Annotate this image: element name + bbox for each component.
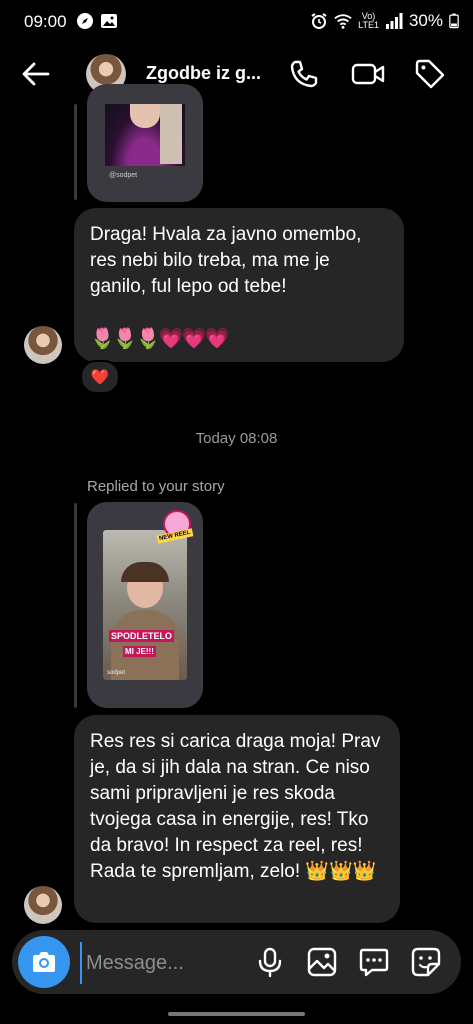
- signal-icon: [385, 13, 403, 29]
- back-arrow-icon[interactable]: [18, 56, 54, 92]
- battery-percent: 30%: [408, 11, 443, 30]
- story-image: [105, 104, 185, 166]
- story-image: SPODLETELO MI JE!!! sodpet: [103, 530, 187, 680]
- message-text: Res res si carica draga moja! Prav je, d…: [90, 731, 381, 882]
- image-notification-icon: [101, 14, 117, 28]
- camera-button[interactable]: [18, 936, 70, 988]
- video-icon[interactable]: [350, 56, 386, 92]
- sticker-icon[interactable]: [410, 946, 442, 978]
- sender-avatar[interactable]: [24, 326, 62, 364]
- reply-indicator: [74, 104, 77, 200]
- reply-indicator: [74, 503, 77, 708]
- status-right: Vo) LTE1 30%: [310, 11, 459, 31]
- new-reel-sticker: NEW REEL: [156, 510, 197, 544]
- gallery-icon[interactable]: [306, 946, 338, 978]
- message-composer: [12, 930, 461, 994]
- story-text: SPODLETELO: [109, 630, 175, 642]
- network-label: Vo) LTE1: [358, 11, 379, 30]
- status-notification-icons: [76, 12, 118, 30]
- battery-icon: [449, 13, 459, 29]
- story-caption: sodpet: [107, 670, 126, 676]
- microphone-icon[interactable]: [254, 946, 286, 978]
- phone-icon[interactable]: [286, 56, 322, 92]
- status-bar: 09:00 Vo) LTE1 30%: [0, 0, 473, 44]
- wifi-icon: [334, 14, 352, 29]
- contact-name[interactable]: Zgodbe iz g...: [146, 63, 261, 84]
- message-input[interactable]: [80, 942, 248, 984]
- camera-icon: [33, 952, 55, 972]
- home-indicator[interactable]: [168, 1012, 305, 1016]
- replied-label: Replied to your story: [87, 478, 225, 495]
- heart-icon: ❤️: [90, 369, 110, 386]
- story-text: MI JE!!!: [123, 646, 156, 657]
- message-bubble[interactable]: Draga! Hvala za javno omembo, res nebi b…: [74, 208, 404, 362]
- compass-icon: [77, 13, 93, 29]
- sender-avatar[interactable]: [24, 886, 62, 924]
- alarm-icon: [311, 13, 327, 29]
- message-emoji: 🌷🌷🌷💗💗💗: [90, 328, 229, 350]
- story-preview[interactable]: @sodpet: [87, 84, 203, 202]
- status-time: 09:00: [24, 12, 67, 31]
- story-preview[interactable]: SPODLETELO MI JE!!! sodpet NEW REEL: [87, 502, 203, 708]
- chat-bubble-icon[interactable]: [358, 946, 390, 978]
- message-text: Draga! Hvala za javno omembo, res nebi b…: [90, 224, 362, 297]
- heart-reaction[interactable]: ❤️: [80, 360, 120, 394]
- message-bubble[interactable]: Res res si carica draga moja! Prav je, d…: [74, 715, 400, 923]
- chat-header: Zgodbe iz g...: [0, 44, 473, 104]
- story-caption: @sodpet: [109, 172, 138, 179]
- tag-icon[interactable]: [412, 56, 448, 92]
- timestamp: Today 08:08: [195, 430, 278, 447]
